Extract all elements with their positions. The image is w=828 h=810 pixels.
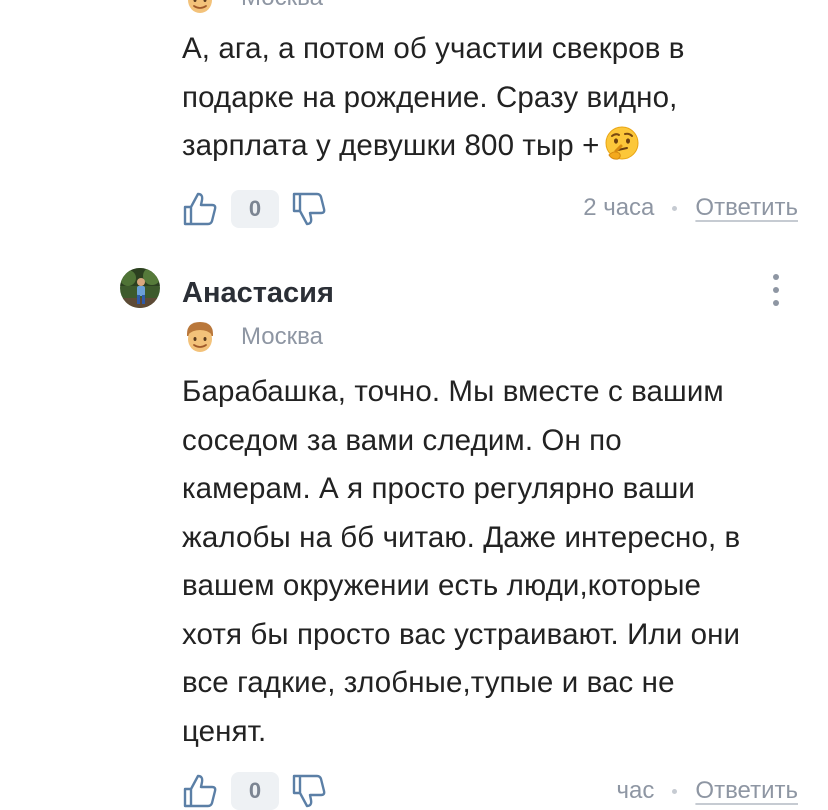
- thumbs-up-icon[interactable]: [182, 191, 218, 227]
- comment-prev-score: 0: [231, 190, 279, 228]
- comment-author[interactable]: Анастасия: [182, 277, 334, 310]
- man-face-emoji-icon: [183, 0, 217, 15]
- comment-prev-line: зарплата у девушки 800 тыр +: [182, 122, 802, 171]
- comment-prev-meta: 2 часа Ответить: [583, 194, 798, 222]
- comment-score: 0: [231, 772, 279, 810]
- comment-prev-time: 2 часа: [583, 194, 655, 221]
- thumbs-down-icon[interactable]: [291, 191, 327, 227]
- comment-meta: час Ответить: [617, 777, 798, 805]
- comment-line: вашем окружении есть люди,которые: [182, 569, 702, 602]
- thumbs-up-icon[interactable]: [182, 773, 218, 809]
- comment-line: хотя бы просто вас устраивают. Или они: [182, 617, 741, 651]
- comment-reply-link[interactable]: Ответить: [695, 777, 798, 805]
- comment-prev-reply-link[interactable]: Ответить: [695, 194, 798, 222]
- comment-line: камерам. А я просто регулярно ваши: [182, 472, 695, 505]
- man-face-emoji-icon: [183, 320, 217, 354]
- comment-location: Москва: [183, 320, 323, 354]
- comment-line: жалобы на бб читаю. Даже интересно, в: [182, 520, 741, 554]
- comment-line: ценят.: [182, 714, 267, 748]
- comment-prev-actions: 0: [182, 190, 327, 228]
- comment-prev-body: А, ага, а потом об участии свекров в под…: [182, 25, 802, 171]
- more-vertical-icon: [773, 274, 779, 306]
- comment-line: Барабашка, точно. Мы вместе с вашим: [182, 375, 724, 408]
- comment-line: соседом за вами следим. Он по: [182, 423, 622, 457]
- comment-line: все гадкие, злобные,тупые и вас не: [182, 666, 675, 699]
- comment-prev-line: подарке на рождение. Сразу видно,: [182, 80, 678, 114]
- avatar-photo: [120, 268, 160, 308]
- comment-prev-line-text: зарплата у девушки 800 тыр +: [182, 129, 600, 162]
- more-options-button[interactable]: [770, 272, 782, 313]
- thumbs-down-icon[interactable]: [291, 773, 327, 809]
- thinking-face-emoji-icon: [605, 126, 639, 160]
- comment-actions: 0: [182, 772, 327, 810]
- comment-city: Москва: [241, 323, 323, 350]
- separator-dot: [672, 788, 678, 794]
- comment-time: час: [616, 777, 655, 804]
- comment-prev-city: Москва: [241, 0, 323, 12]
- avatar[interactable]: [120, 268, 160, 308]
- separator-dot: [672, 205, 678, 211]
- comment-prev-location: Москва: [183, 0, 323, 15]
- comment-prev-line: А, ага, а потом об участии свекров в: [182, 32, 685, 65]
- comment-body: Барабашка, точно. Мы вместе с вашим сосе…: [182, 368, 812, 756]
